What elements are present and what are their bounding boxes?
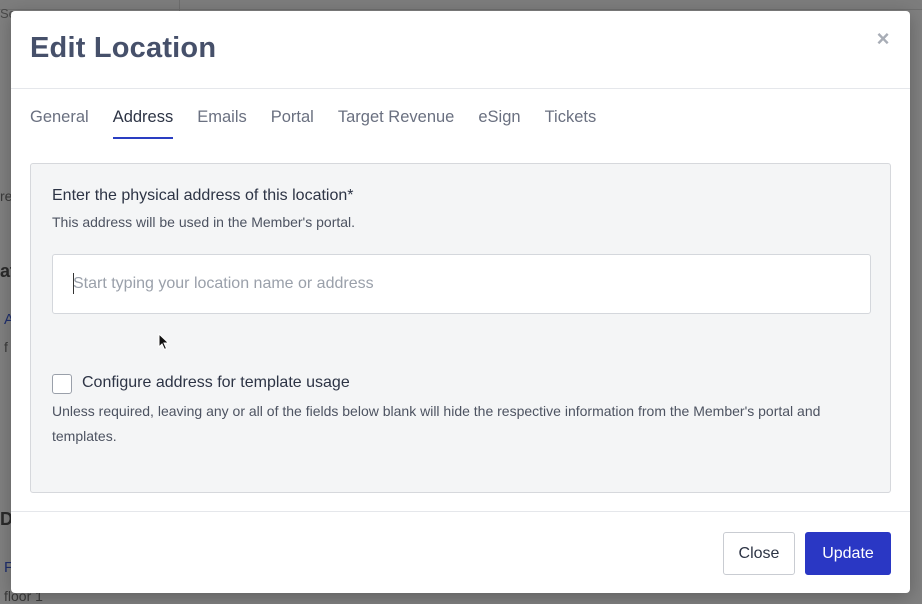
tab-portal[interactable]: Portal (271, 108, 314, 139)
tab-general[interactable]: General (30, 108, 89, 139)
tab-esign[interactable]: eSign (478, 108, 520, 139)
mouse-pointer-icon (158, 333, 170, 351)
tab-address[interactable]: Address (112, 108, 174, 139)
tab-emails[interactable]: Emails (197, 108, 247, 139)
background-text: f (4, 339, 8, 355)
modal-footer: Close Update (11, 511, 910, 593)
close-button[interactable]: Close (723, 532, 795, 575)
edit-location-modal: Edit Location × General Address Emails P… (11, 11, 910, 593)
address-heading: Enter the physical address of this locat… (52, 187, 354, 204)
tab-target-revenue[interactable]: Target Revenue (338, 108, 455, 139)
update-button[interactable]: Update (805, 532, 891, 575)
address-panel: Enter the physical address of this locat… (30, 163, 891, 493)
text-caret (73, 273, 74, 294)
close-icon[interactable]: × (874, 28, 892, 50)
address-subtext: This address will be used in the Member'… (52, 214, 356, 230)
tab-tickets[interactable]: Tickets (545, 108, 597, 139)
tab-bar: General Address Emails Portal Target Rev… (30, 108, 620, 140)
modal-title: Edit Location (30, 32, 217, 64)
template-usage-checkbox[interactable] (52, 374, 72, 394)
modal-header: Edit Location × (11, 11, 910, 89)
address-help-text: Unless required, leaving any or all of t… (52, 403, 821, 444)
template-usage-label[interactable]: Configure address for template usage (82, 374, 350, 392)
address-search-input[interactable] (52, 254, 871, 314)
